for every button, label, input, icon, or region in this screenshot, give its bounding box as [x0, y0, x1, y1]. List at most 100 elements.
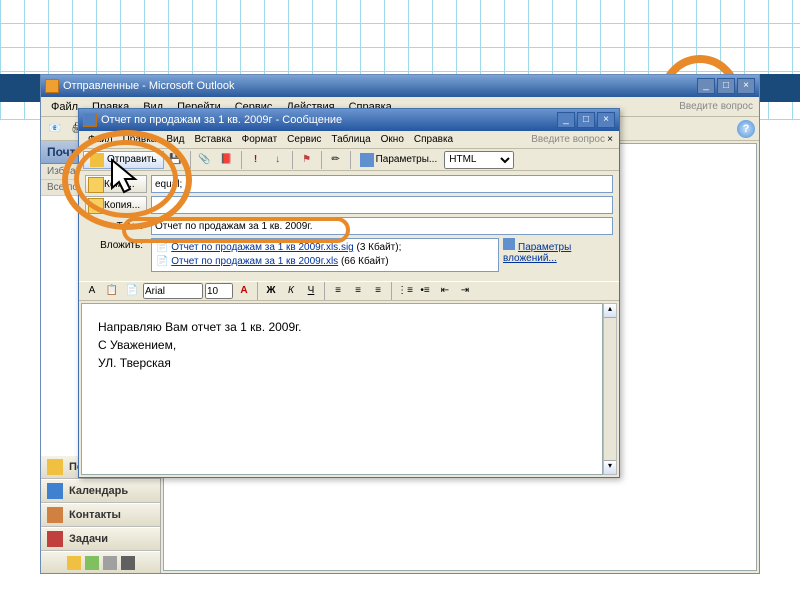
menu-file[interactable]: Файл — [83, 133, 118, 146]
ask-question[interactable]: Введите вопрос — [531, 134, 605, 145]
nav-tasks[interactable]: Задачи — [41, 527, 160, 551]
attachment-item[interactable]: 📄 Отчет по продажам за 1 кв 2009г.xls.si… — [156, 241, 401, 255]
menu-insert[interactable]: Вставка — [189, 133, 236, 146]
attachment-options-icon — [503, 238, 515, 250]
close-button[interactable]: × — [737, 78, 755, 94]
menu-edit[interactable]: Правка — [118, 133, 162, 146]
body-line: УЛ. Тверская — [98, 354, 586, 372]
note-icon[interactable] — [67, 556, 81, 570]
outlook-title: Отправленные - Microsoft Outlook — [63, 80, 234, 92]
menu-window[interactable]: Окно — [376, 133, 409, 146]
send-label: Отправить — [107, 154, 157, 165]
separator — [257, 282, 258, 300]
menu-table[interactable]: Таблица — [326, 133, 375, 146]
separator — [241, 151, 242, 169]
subject-field[interactable] — [151, 217, 613, 235]
importance-high-icon[interactable]: ! — [246, 150, 266, 170]
address-book-button[interactable]: 📕 — [217, 150, 237, 170]
scroll-up-button[interactable]: ▴ — [604, 304, 616, 318]
attach-label: Вложить: — [85, 238, 147, 251]
flag-icon[interactable]: ⚑ — [297, 150, 317, 170]
header-fields: Кому... Копия... Тема: Вложить: 📄 Отчет … — [79, 171, 619, 281]
indent-button[interactable]: ⇥ — [456, 283, 474, 299]
options-button[interactable]: Параметры... — [355, 151, 443, 169]
font-name-select[interactable] — [143, 283, 203, 299]
compose-menubar: Файл Правка Вид Вставка Формат Сервис Та… — [79, 131, 619, 149]
font-size-select[interactable] — [205, 283, 233, 299]
importance-low-icon[interactable]: ↓ — [268, 150, 288, 170]
bullet-list-button[interactable]: •≡ — [416, 283, 434, 299]
separator — [324, 282, 325, 300]
menu-tools[interactable]: Сервис — [282, 133, 326, 146]
to-button[interactable]: Кому... — [85, 175, 147, 193]
tasks-icon — [47, 531, 63, 547]
nav-contacts[interactable]: Контакты — [41, 503, 160, 527]
close-button[interactable]: × — [597, 112, 615, 128]
ask-question[interactable]: Введите вопрос — [679, 101, 755, 112]
cc-button[interactable]: Копия... — [85, 196, 147, 214]
send-button[interactable]: Отправить — [83, 151, 164, 169]
body-line: Направляю Вам отчет за 1 кв. 2009г. — [98, 318, 586, 336]
separator — [350, 151, 351, 169]
font-color-button[interactable]: A — [235, 283, 253, 299]
body-line: С Уважением, — [98, 336, 586, 354]
nav-contacts-label: Контакты — [69, 509, 121, 521]
nav-tasks-label: Задачи — [69, 533, 108, 545]
options-label: Параметры... — [376, 154, 438, 165]
folder-icon[interactable] — [85, 556, 99, 570]
compose-toolbar: Отправить 💾 📎 📕 ! ↓ ⚑ ✏ Параметры... HTM… — [79, 149, 619, 171]
outlook-titlebar: Отправленные - Microsoft Outlook _ □ × — [41, 75, 759, 97]
menu-format[interactable]: Формат — [237, 133, 283, 146]
compose-titlebar: Отчет по продажам за 1 кв. 2009г - Сообщ… — [79, 109, 619, 131]
attach-file-button[interactable]: 📎 — [195, 150, 215, 170]
compose-title: Отчет по продажам за 1 кв. 2009г - Сообщ… — [101, 114, 342, 126]
more-icon[interactable] — [121, 556, 135, 570]
send-icon — [90, 153, 104, 167]
menu-view[interactable]: Вид — [161, 133, 189, 146]
italic-button[interactable]: К — [282, 283, 300, 299]
align-right-button[interactable]: ≡ — [369, 283, 387, 299]
save-button[interactable]: 💾 — [166, 150, 186, 170]
underline-button[interactable]: Ч — [302, 283, 320, 299]
numbered-list-button[interactable]: ⋮≡ — [396, 283, 414, 299]
style-button[interactable]: A — [83, 283, 101, 299]
signature-button[interactable]: ✏ — [326, 150, 346, 170]
maximize-button[interactable]: □ — [717, 78, 735, 94]
align-left-button[interactable]: ≡ — [329, 283, 347, 299]
compose-window: Отчет по продажам за 1 кв. 2009г - Сообщ… — [78, 108, 620, 478]
new-button[interactable]: 📧 — [45, 119, 65, 139]
nav-shortcuts — [41, 551, 160, 573]
paste-button[interactable]: 📄 — [123, 283, 141, 299]
attachment-options-link[interactable]: Параметры вложений... — [503, 238, 613, 264]
nav-calendar-label: Календарь — [69, 485, 128, 497]
maximize-button[interactable]: □ — [577, 112, 595, 128]
to-field[interactable] — [151, 175, 613, 193]
menu-close-icon[interactable]: × — [605, 134, 615, 145]
nav-calendar[interactable]: Календарь — [41, 479, 160, 503]
attachment-item[interactable]: 📄 Отчет по продажам за 1 кв 2009г.xls (6… — [156, 255, 389, 269]
compose-window-controls: _ □ × — [557, 112, 615, 128]
message-body[interactable]: Направляю Вам отчет за 1 кв. 2009г. С Ув… — [81, 303, 603, 475]
contacts-icon — [47, 507, 63, 523]
calendar-icon — [47, 483, 63, 499]
minimize-button[interactable]: _ — [697, 78, 715, 94]
shortcut-icon[interactable] — [103, 556, 117, 570]
mail-icon — [47, 459, 63, 475]
scrollbar-vertical[interactable]: ▴ ▾ — [603, 303, 617, 475]
menu-help[interactable]: Справка — [409, 133, 458, 146]
cc-field[interactable] — [151, 196, 613, 214]
bold-button[interactable]: Ж — [262, 283, 280, 299]
minimize-button[interactable]: _ — [557, 112, 575, 128]
attachments-box[interactable]: 📄 Отчет по продажам за 1 кв 2009г.xls.si… — [151, 238, 499, 272]
subject-label: Тема: — [85, 221, 147, 232]
help-icon[interactable]: ? — [737, 120, 755, 138]
options-icon — [360, 153, 374, 167]
outlook-icon — [45, 79, 59, 93]
align-center-button[interactable]: ≡ — [349, 283, 367, 299]
scroll-down-button[interactable]: ▾ — [604, 460, 616, 474]
outdent-button[interactable]: ⇤ — [436, 283, 454, 299]
message-icon — [83, 113, 97, 127]
format-select[interactable]: HTML — [444, 151, 514, 169]
copy-button[interactable]: 📋 — [103, 283, 121, 299]
separator — [321, 151, 322, 169]
